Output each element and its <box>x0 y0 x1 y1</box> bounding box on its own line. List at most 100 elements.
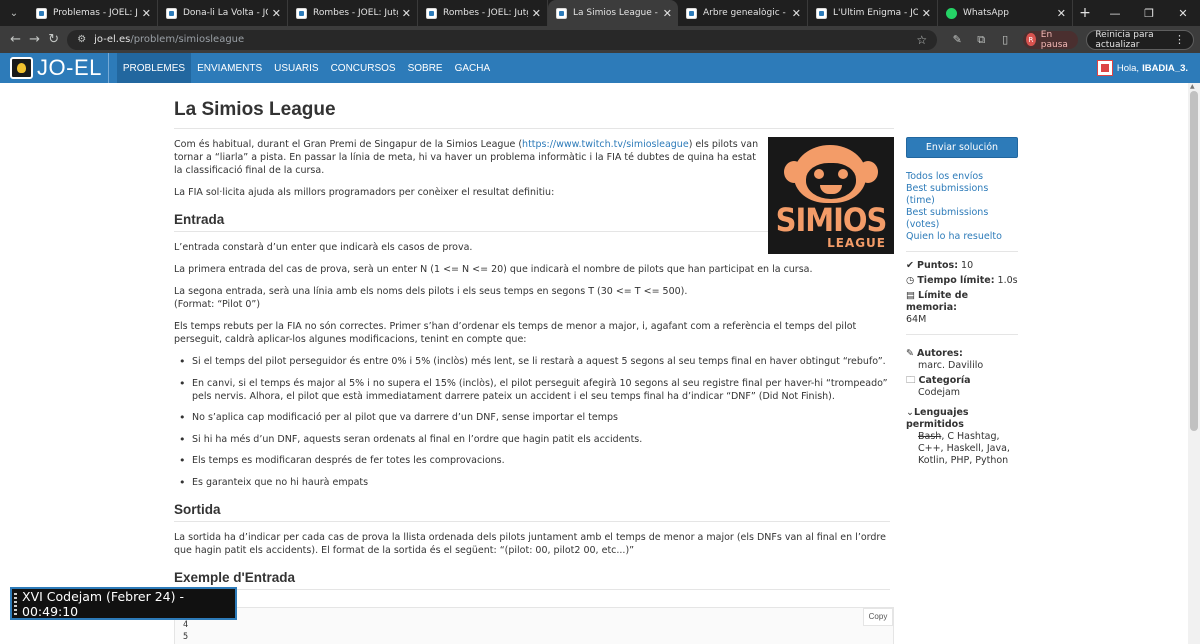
close-icon[interactable]: ✕ <box>663 7 672 20</box>
browser-tab[interactable]: Rombes - JOEL: Jutge Onl ✕ <box>418 0 548 26</box>
close-icon[interactable]: ✕ <box>142 7 151 20</box>
nav-contests[interactable]: CONCURSOS <box>325 53 402 83</box>
tab-title: Rombes - JOEL: Jutge Onl <box>313 8 398 18</box>
nav-about[interactable]: SOBRE <box>402 53 449 83</box>
browser-tab[interactable]: L'Últim Enigma - JOEL: Ju ✕ <box>808 0 938 26</box>
url-host: jo-el.es <box>94 34 131 45</box>
user-menu[interactable]: Hola, IBADIA_3. <box>1096 53 1188 83</box>
tab-title: Rombes - JOEL: Jutge Onl <box>443 8 528 18</box>
authors-label: Autores: <box>917 348 963 359</box>
browser-tab[interactable]: Rombes - JOEL: Jutge Onl ✕ <box>288 0 418 26</box>
profile-paused-pill[interactable]: R En pausa <box>1023 30 1079 50</box>
close-icon[interactable]: ✕ <box>272 7 281 20</box>
languages-label: Lenguajes permitidos <box>906 407 969 430</box>
joel-favicon-icon <box>166 7 177 19</box>
memory-limit-row: ▤ Límite de memoria: 64M <box>906 290 1018 326</box>
title-divider <box>174 128 894 129</box>
joel-favicon-icon <box>556 7 567 19</box>
languages-list: Bash, C Hashtag, C++, Haskell, Java, Kot… <box>906 431 1018 467</box>
relaunch-update-button[interactable]: Reinicia para actualizar ⋮ <box>1086 29 1195 50</box>
tab-title: La Simios League - JOEL: J <box>573 8 659 18</box>
twitch-link[interactable]: https://www.twitch.tv/simiosleague <box>522 139 689 150</box>
reload-icon[interactable]: ↻ <box>44 32 63 47</box>
browser-tab[interactable]: WhatsApp ✕ <box>938 0 1073 26</box>
memory-icon: ▤ <box>906 290 915 301</box>
url-path: /problem/simiosleague <box>130 34 245 45</box>
submit-solution-button[interactable]: Enviar solución <box>906 137 1018 158</box>
best-time-link[interactable]: Best submissions (time) <box>906 183 1018 207</box>
close-icon[interactable]: ✕ <box>1057 7 1066 20</box>
logo-text: JO-EL <box>37 55 102 80</box>
close-window-icon[interactable]: ✕ <box>1166 7 1200 20</box>
monkey-eye <box>814 169 824 179</box>
languages-block[interactable]: ⌄Lenguajes permitidos Bash, C Hashtag, C… <box>906 407 1018 467</box>
extensions-puzzle-icon[interactable]: ⧉ <box>969 33 993 47</box>
time-limit-row: ◷ Tiempo límite: 1.0s <box>906 275 1018 287</box>
more-menu-icon[interactable]: ⋮ <box>1174 33 1185 46</box>
best-votes-link[interactable]: Best submissions (votes) <box>906 207 1018 231</box>
joel-favicon-icon <box>296 7 307 19</box>
solvers-link[interactable]: Quien lo ha resuelto <box>906 231 1018 243</box>
logo-word: SIMIOS <box>775 201 888 239</box>
browser-tab-active[interactable]: La Simios League - JOEL: J ✕ <box>548 0 678 26</box>
close-icon[interactable]: ✕ <box>792 7 801 20</box>
page-scrollbar[interactable]: ▲ <box>1188 83 1200 644</box>
contest-timer: XVI Codejam (Febrer 24) - 00:49:10 <box>10 587 237 620</box>
tab-search-icon[interactable]: ⌄ <box>0 0 28 26</box>
restore-icon[interactable]: ❐ <box>1132 7 1166 20</box>
input-paragraph: La primera entrada del cas de prova, ser… <box>174 264 813 275</box>
forward-arrow-icon[interactable]: → <box>25 32 44 47</box>
tab-title: L'Últim Enigma - JOEL: Ju <box>833 8 918 18</box>
back-arrow-icon[interactable]: ← <box>6 32 25 47</box>
logo-word: LEAGUE <box>827 236 886 250</box>
code-lines: 4 5 <box>183 619 188 643</box>
browser-tab[interactable]: Problemas - JOEL: Jutge O ✕ <box>28 0 158 26</box>
tab-title: Arbre genealògic - JOEL: <box>703 8 788 18</box>
browser-tab[interactable]: Arbre genealògic - JOEL: ✕ <box>678 0 808 26</box>
list-item: Si el temps del pilot perseguidor és ent… <box>178 355 890 368</box>
close-icon[interactable]: ✕ <box>532 7 541 20</box>
intro-text: Com és habitual, durant el Gran Premi de… <box>174 139 523 150</box>
output-heading: Sortida <box>174 502 890 522</box>
nav-submissions[interactable]: ENVIAMENTS <box>191 53 268 83</box>
problem-page: La Simios League Com és habitual, durant… <box>0 83 1200 644</box>
input-text: La segona entrada, serà una línia amb el… <box>174 286 688 297</box>
input-paragraph: Els temps rebuts per la FIA no són corre… <box>174 321 857 345</box>
list-item: Es garanteix que no hi haurà empats <box>178 476 890 489</box>
bookmark-star-icon[interactable]: ☆ <box>916 33 927 47</box>
problem-sidebar: Enviar solución Todos los envíos Best su… <box>906 137 1018 467</box>
category-block: 🗀 Categoría Codejam <box>906 375 1018 399</box>
intro-paragraph: La FIA sol·licita ajuda als millors prog… <box>174 187 555 198</box>
tab-title: Dona-li La Volta - JOEL: Ju <box>183 8 268 18</box>
chevron-down-icon[interactable]: ⌄ <box>906 407 914 418</box>
authors-value: marc. Davililo <box>918 360 984 371</box>
site-logo[interactable]: JO-EL <box>10 53 109 83</box>
duck-logo-icon <box>10 57 33 79</box>
nav-gacha[interactable]: GACHA <box>449 53 497 83</box>
joel-favicon-icon <box>426 7 437 19</box>
scroll-thumb[interactable] <box>1190 91 1198 431</box>
clock-icon: ◷ <box>906 275 915 286</box>
authors-block: ✎ Autores: marc. Davililo <box>906 334 1018 372</box>
minimize-icon[interactable]: — <box>1098 7 1132 20</box>
close-icon[interactable]: ✕ <box>402 7 411 20</box>
page-title: La Simios League <box>174 99 336 120</box>
browser-tab[interactable]: Dona-li La Volta - JOEL: Ju ✕ <box>158 0 288 26</box>
site-navbar: JO-EL PROBLEMES ENVIAMENTS USUARIS CONCU… <box>0 53 1200 83</box>
memory-value: 64M <box>906 314 927 325</box>
problem-limits: ✔ Puntos: 10 ◷ Tiempo límite: 1.0s ▤ Lím… <box>906 251 1018 326</box>
address-bar[interactable]: ⚙ jo-el.es/problem/simiosleague ☆ <box>67 29 938 50</box>
copy-button[interactable]: Copy <box>863 608 893 626</box>
scroll-up-icon[interactable]: ▲ <box>1190 83 1195 90</box>
tab-title: WhatsApp <box>963 8 1009 18</box>
pen-icon[interactable]: ✎ <box>945 33 969 46</box>
browser-tab-strip: ⌄ Problemas - JOEL: Jutge O ✕ Dona-li La… <box>0 0 1200 26</box>
site-settings-icon[interactable]: ⚙ <box>77 34 86 45</box>
nav-users[interactable]: USUARIS <box>268 53 324 83</box>
nav-problems[interactable]: PROBLEMES <box>116 53 192 83</box>
side-panel-icon[interactable]: ▯ <box>993 33 1017 46</box>
close-icon[interactable]: ✕ <box>922 7 931 20</box>
all-submissions-link[interactable]: Todos los envíos <box>906 171 1018 183</box>
browser-toolbar: ← → ↻ ⚙ jo-el.es/problem/simiosleague ☆ … <box>0 26 1200 53</box>
new-tab-button[interactable]: + <box>1073 5 1097 21</box>
